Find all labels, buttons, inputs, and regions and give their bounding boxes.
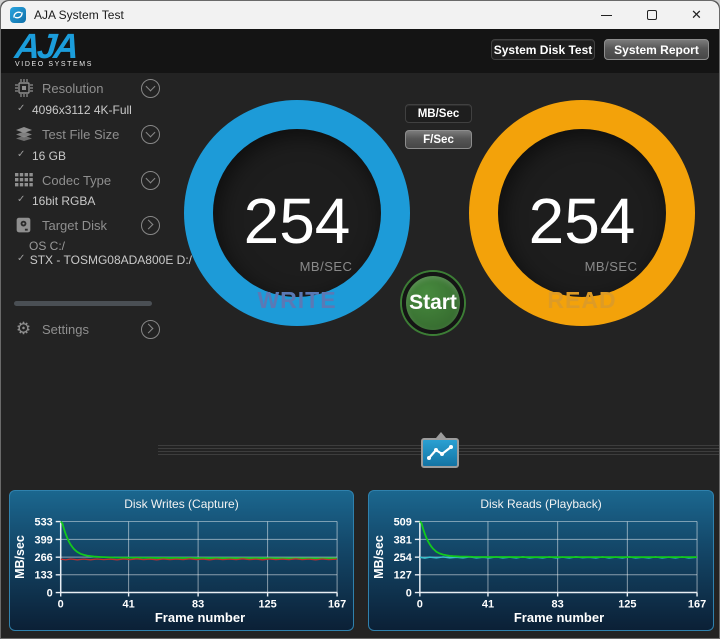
chevron-down-icon[interactable]: [141, 78, 160, 98]
chevron-right-icon[interactable]: [141, 319, 160, 339]
read-gauge: 254 MB/SEC READ: [469, 100, 695, 326]
mb-sec-button[interactable]: MB/Sec: [405, 104, 472, 123]
svg-text:83: 83: [192, 598, 204, 610]
svg-text:167: 167: [328, 598, 346, 610]
codec-grid-icon: [14, 171, 33, 189]
sidebar-item-label: Target Disk: [42, 217, 108, 233]
sidebar-item-settings[interactable]: Settings: [14, 318, 160, 340]
test-file-size-value[interactable]: ✓ 16 GB: [17, 149, 192, 163]
svg-text:0: 0: [417, 598, 423, 610]
window-title: AJA System Test: [34, 8, 124, 22]
aja-logo: AJA VIDEO SYSTEMS: [13, 27, 93, 68]
sidebar-item-label: Test File Size: [42, 126, 120, 142]
notch-icon: [436, 432, 446, 438]
x-axis-label: Frame number: [154, 610, 246, 625]
svg-text:0: 0: [406, 588, 412, 600]
target-disk-option-text: STX - TOSMG08ADA800E D:/: [29, 253, 192, 267]
app-window: AJA System Test AJA VIDEO SYSTEMS System…: [0, 0, 720, 639]
chevron-right-icon[interactable]: [141, 215, 160, 235]
write-speed-value: 254: [243, 185, 351, 257]
x-axis-label: Frame number: [513, 610, 605, 625]
check-icon: ✓: [17, 103, 26, 114]
gear-icon: [14, 320, 33, 338]
svg-text:133: 133: [35, 570, 53, 582]
window-controls: [584, 1, 719, 29]
resolution-value[interactable]: ✓ 4096x3112 4K-Full: [17, 103, 192, 117]
sidebar-item-codec-type[interactable]: Codec Type: [14, 169, 160, 191]
check-icon: ✓: [17, 194, 26, 205]
target-disk-option-stx[interactable]: ✓ STX - TOSMG08ADA800E D:/: [17, 253, 192, 267]
check-icon: ✓: [17, 149, 26, 160]
app-icon: [10, 7, 26, 23]
svg-text:0: 0: [58, 598, 64, 610]
maximize-button[interactable]: [629, 1, 674, 29]
f-sec-button[interactable]: F/Sec: [405, 130, 472, 149]
disk-icon: [14, 216, 33, 234]
svg-text:125: 125: [618, 598, 636, 610]
chart-toggle-button[interactable]: [421, 432, 459, 468]
svg-text:399: 399: [35, 534, 53, 546]
test-file-size-value-text: 16 GB: [32, 149, 67, 163]
titlebar: AJA System Test: [1, 1, 719, 29]
minimize-icon: [601, 14, 612, 16]
aja-logo-text: AJA: [13, 27, 79, 66]
svg-text:509: 509: [394, 517, 412, 529]
svg-text:254: 254: [394, 552, 412, 564]
svg-text:0: 0: [47, 588, 53, 600]
chevron-down-icon[interactable]: [141, 124, 160, 144]
check-icon: ✓: [17, 253, 26, 264]
chip-icon: [14, 79, 33, 97]
close-icon: [691, 6, 702, 24]
sidebar-item-label: Codec Type: [42, 172, 112, 188]
y-axis-label: MB/sec: [13, 535, 27, 579]
minimize-button[interactable]: [584, 1, 629, 29]
disk-reads-chart-panel: Disk Reads (Playback) 0 41 83 125 167 0 127 254…: [368, 490, 714, 631]
svg-text:41: 41: [482, 598, 494, 610]
layers-icon: [14, 125, 33, 143]
write-gauge-face: 254 MB/SEC WRITE: [213, 129, 381, 313]
svg-text:83: 83: [552, 598, 564, 610]
svg-text:41: 41: [123, 598, 135, 610]
codec-type-value-text: 16bit RGBA: [32, 194, 96, 208]
svg-text:167: 167: [688, 598, 706, 610]
sidebar-item-target-disk[interactable]: Target Disk: [14, 214, 160, 236]
sidebar-item-test-file-size[interactable]: Test File Size: [14, 123, 160, 145]
app-header: AJA VIDEO SYSTEMS System Disk Test Syste…: [1, 27, 719, 73]
read-gauge-face: 254 MB/SEC READ: [498, 129, 666, 313]
chevron-down-icon[interactable]: [141, 170, 160, 190]
resolution-value-text: 4096x3112 4K-Full: [32, 103, 132, 117]
sidebar-item-label: Settings: [42, 321, 89, 337]
disk-writes-chart-panel: Disk Writes (Capture) 0 41 83 125 167 0 133 266…: [9, 490, 354, 631]
read-speed-unit: MB/SEC: [584, 259, 638, 274]
maximize-icon: [646, 10, 657, 20]
start-button[interactable]: Start: [402, 272, 464, 334]
svg-text:533: 533: [35, 517, 53, 529]
read-speed-value: 254: [528, 185, 636, 257]
target-disk-option-text: OS C:/: [29, 239, 66, 253]
svg-text:127: 127: [394, 570, 412, 582]
codec-type-value[interactable]: ✓ 16bit RGBA: [17, 194, 192, 208]
system-report-button[interactable]: System Report: [604, 39, 709, 60]
system-disk-test-button[interactable]: System Disk Test: [491, 39, 595, 60]
read-gauge-label: READ: [547, 287, 617, 313]
svg-text:125: 125: [258, 598, 276, 610]
write-speed-unit: MB/SEC: [299, 259, 353, 274]
write-gauge-label: WRITE: [257, 287, 337, 313]
sidebar-divider: [14, 301, 152, 306]
target-disk-option-os[interactable]: OS C:/: [29, 239, 204, 253]
svg-text:381: 381: [394, 534, 412, 546]
sidebar-item-label: Resolution: [42, 80, 104, 96]
svg-text:266: 266: [35, 552, 53, 564]
close-button[interactable]: [674, 1, 719, 29]
write-gauge: 254 MB/SEC WRITE: [184, 100, 410, 326]
sidebar-item-resolution[interactable]: Resolution: [14, 77, 160, 99]
y-axis-label: MB/sec: [372, 535, 386, 579]
